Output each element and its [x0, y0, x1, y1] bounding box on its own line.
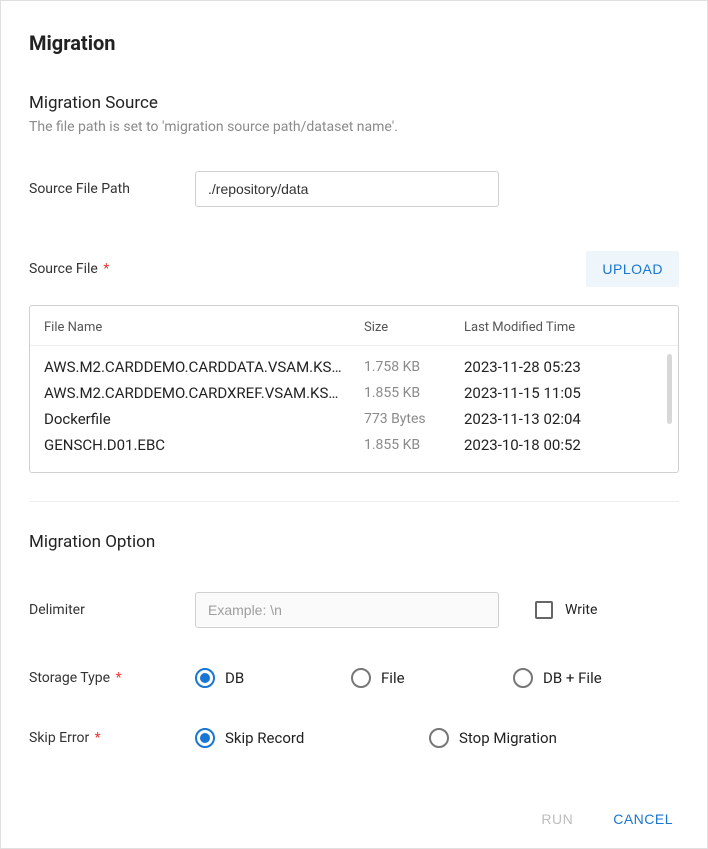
radio-db[interactable]: DB	[195, 668, 351, 688]
cell-time: 2023-11-28 05:23	[464, 358, 664, 376]
migration-dialog: Migration Migration Source The file path…	[0, 0, 708, 849]
table-row[interactable]: Dockerfile 773 Bytes 2023-11-13 02:04	[44, 406, 664, 432]
upload-button[interactable]: UPLOAD	[586, 251, 679, 287]
radio-db-file[interactable]: DB + File	[513, 668, 602, 688]
required-mark: *	[100, 261, 110, 277]
section-separator	[29, 501, 679, 502]
cell-filename: GENSCH.D01.EBC	[44, 436, 364, 454]
storage-type-row: Storage Type * DB File DB + File	[29, 668, 679, 688]
table-header: File Name Size Last Modified Time	[30, 306, 678, 346]
radio-stop-migration[interactable]: Stop Migration	[429, 728, 557, 748]
cell-filename: AWS.M2.CARDDEMO.CARDXREF.VSAM.KS…	[44, 384, 364, 402]
header-size: Size	[364, 320, 464, 335]
table-row[interactable]: GENSCH.D01.EBC 1.855 KB 2023-10-18 00:52	[44, 432, 664, 458]
radio-icon	[195, 668, 215, 688]
storage-type-group: DB File DB + File	[195, 668, 679, 688]
delimiter-input[interactable]	[195, 592, 499, 628]
source-file-path-input[interactable]	[195, 171, 499, 207]
cell-filename: Dockerfile	[44, 410, 364, 428]
skip-error-group: Skip Record Stop Migration	[195, 728, 679, 748]
cell-filename: AWS.M2.CARDDEMO.CARDDATA.VSAM.KS…	[44, 358, 364, 376]
source-file-path-row: Source File Path	[29, 171, 679, 207]
required-mark: *	[91, 730, 101, 746]
run-button[interactable]: RUN	[535, 810, 579, 828]
cell-time: 2023-10-18 00:52	[464, 436, 664, 454]
cell-time: 2023-11-13 02:04	[464, 410, 664, 428]
write-checkbox-wrap[interactable]: Write	[535, 601, 597, 619]
cell-size: 773 Bytes	[364, 411, 464, 427]
required-mark: *	[112, 670, 122, 686]
migration-source-subtext: The file path is set to 'migration sourc…	[29, 119, 679, 135]
table-row[interactable]: AWS.M2.CARDDEMO.CARDXREF.VSAM.KS… 1.855 …	[44, 380, 664, 406]
dialog-title: Migration	[29, 31, 679, 55]
radio-file[interactable]: File	[351, 668, 513, 688]
delimiter-row: Delimiter Write	[29, 592, 679, 628]
cell-time: 2023-11-15 11:05	[464, 384, 664, 402]
header-filename: File Name	[44, 320, 364, 335]
table-row[interactable]: AWS.M2.CARDDEMO.CARDDATA.VSAM.KS… 1.758 …	[44, 354, 664, 380]
radio-skip-record[interactable]: Skip Record	[195, 728, 429, 748]
radio-icon	[429, 728, 449, 748]
write-checkbox[interactable]	[535, 601, 553, 619]
write-label: Write	[565, 602, 597, 618]
storage-type-label: Storage Type *	[29, 670, 195, 686]
table-body[interactable]: AWS.M2.CARDDEMO.CARDDATA.VSAM.KS… 1.758 …	[30, 346, 678, 472]
delimiter-label: Delimiter	[29, 602, 195, 618]
scrollbar[interactable]	[667, 354, 672, 424]
radio-icon	[513, 668, 533, 688]
cell-size: 1.855 KB	[364, 385, 464, 401]
migration-source-title: Migration Source	[29, 93, 679, 113]
skip-error-label: Skip Error *	[29, 730, 195, 746]
cell-size: 1.855 KB	[364, 437, 464, 453]
source-file-table: File Name Size Last Modified Time AWS.M2…	[29, 305, 679, 473]
cell-size: 1.758 KB	[364, 359, 464, 375]
source-file-label: Source File *	[29, 261, 195, 277]
radio-icon	[351, 668, 371, 688]
migration-option-title: Migration Option	[29, 532, 679, 552]
source-file-path-label: Source File Path	[29, 181, 195, 197]
skip-error-row: Skip Error * Skip Record Stop Migration	[29, 728, 679, 748]
cancel-button[interactable]: CANCEL	[607, 810, 679, 828]
header-time: Last Modified Time	[464, 320, 664, 335]
radio-icon	[195, 728, 215, 748]
footer-actions: RUN CANCEL	[29, 790, 679, 828]
source-file-row: Source File * UPLOAD	[29, 251, 679, 287]
